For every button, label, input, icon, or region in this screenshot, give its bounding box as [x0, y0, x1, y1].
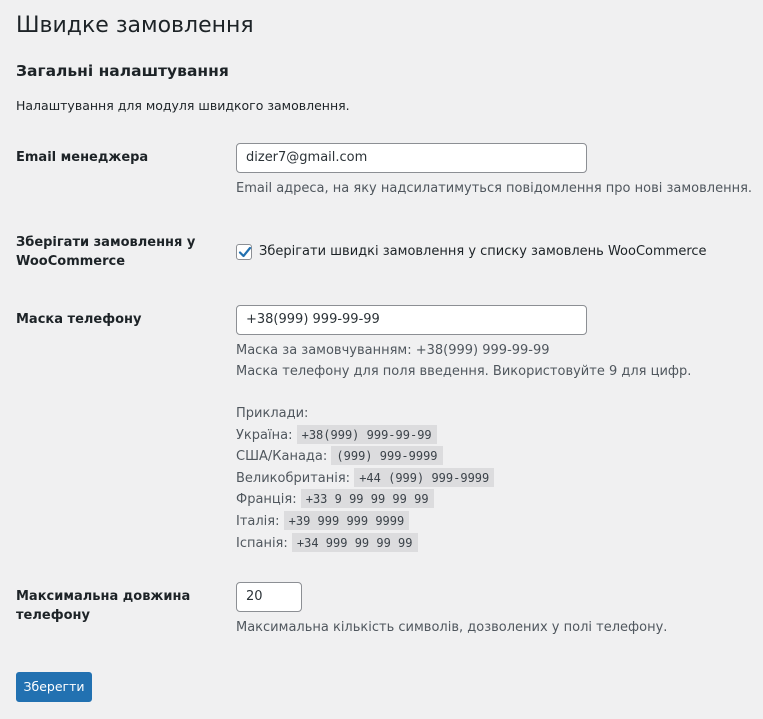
example-country: Іспанія: [236, 535, 288, 551]
example-mask: (999) 999-9999 [331, 446, 443, 466]
example-item: США/Канада: (999) 999-9999 [236, 446, 494, 468]
max-length-field[interactable]: 20 [236, 582, 302, 612]
checkmark-icon [238, 246, 252, 257]
example-mask: +44 (999) 999-9999 [354, 467, 495, 487]
save-orders-label: Зберігати замовлення у WooCommerce [16, 233, 216, 271]
phone-mask-help-text: Маска телефону для поля введення. Викори… [236, 364, 692, 379]
example-mask: +39 999 999 9999 [283, 510, 410, 530]
example-item: Україна: +38(999) 999-99-99 [236, 424, 494, 447]
save-orders-checkbox-label: Зберігати швидкі замовлення у списку зам… [259, 244, 707, 259]
example-item: Великобританія: +44 (999) 999-9999 [236, 467, 495, 490]
examples-title: Приклади: [236, 406, 309, 421]
save-orders-label-line2: WooCommerce [16, 254, 126, 269]
section-title: Загальні налаштування [16, 62, 229, 80]
save-button[interactable]: Зберегти [16, 672, 92, 702]
example-country: Україна: [236, 427, 293, 443]
email-label: Email менеджера [16, 150, 149, 165]
max-length-label: Максимальна довжина телефону [16, 587, 216, 625]
settings-page: Швидке замовлення Загальні налаштування … [0, 0, 763, 719]
example-mask: +33 9 99 99 99 99 [300, 489, 434, 509]
example-country: Італія: [236, 513, 280, 529]
example-mask: +38(999) 999-99-99 [296, 424, 437, 444]
section-description: Налаштування для модуля швидкого замовле… [16, 98, 350, 113]
phone-mask-label: Маска телефону [16, 312, 142, 327]
example-item: Франція: +33 9 99 99 99 99 [236, 489, 494, 511]
example-country: Великобританія: [236, 470, 351, 486]
example-item: Іспанія: +34 999 99 99 99 [236, 532, 494, 555]
example-country: Франція: [236, 492, 297, 508]
save-orders-checkbox-row[interactable]: Зберігати швидкі замовлення у списку зам… [236, 242, 707, 261]
phone-mask-field[interactable]: +38(999) 999-99-99 [236, 305, 587, 335]
page-title: Швидке замовлення [16, 13, 254, 38]
email-field[interactable]: dizer7@gmail.com [236, 143, 587, 173]
save-orders-label-line1: Зберігати замовлення у [16, 235, 196, 250]
example-country: США/Канада: [236, 449, 328, 465]
phone-mask-default-text: Маска за замовчуванням: +38(999) 999-99-… [236, 343, 550, 358]
save-orders-checkbox[interactable] [236, 243, 252, 260]
phone-mask-examples: Приклади: Україна: +38(999) 999-99-99 СШ… [236, 403, 495, 555]
max-length-description: Максимальна кількість символів, дозволен… [236, 620, 668, 635]
max-length-label-line1: Максимальна довжина [16, 589, 191, 604]
example-mask: +34 999 99 99 99 [291, 532, 418, 552]
max-length-label-line2: телефону [16, 608, 90, 623]
email-description: Email адреса, на яку надсилатимуться пов… [236, 181, 753, 196]
example-item: Італія: +39 999 999 9999 [236, 510, 494, 533]
